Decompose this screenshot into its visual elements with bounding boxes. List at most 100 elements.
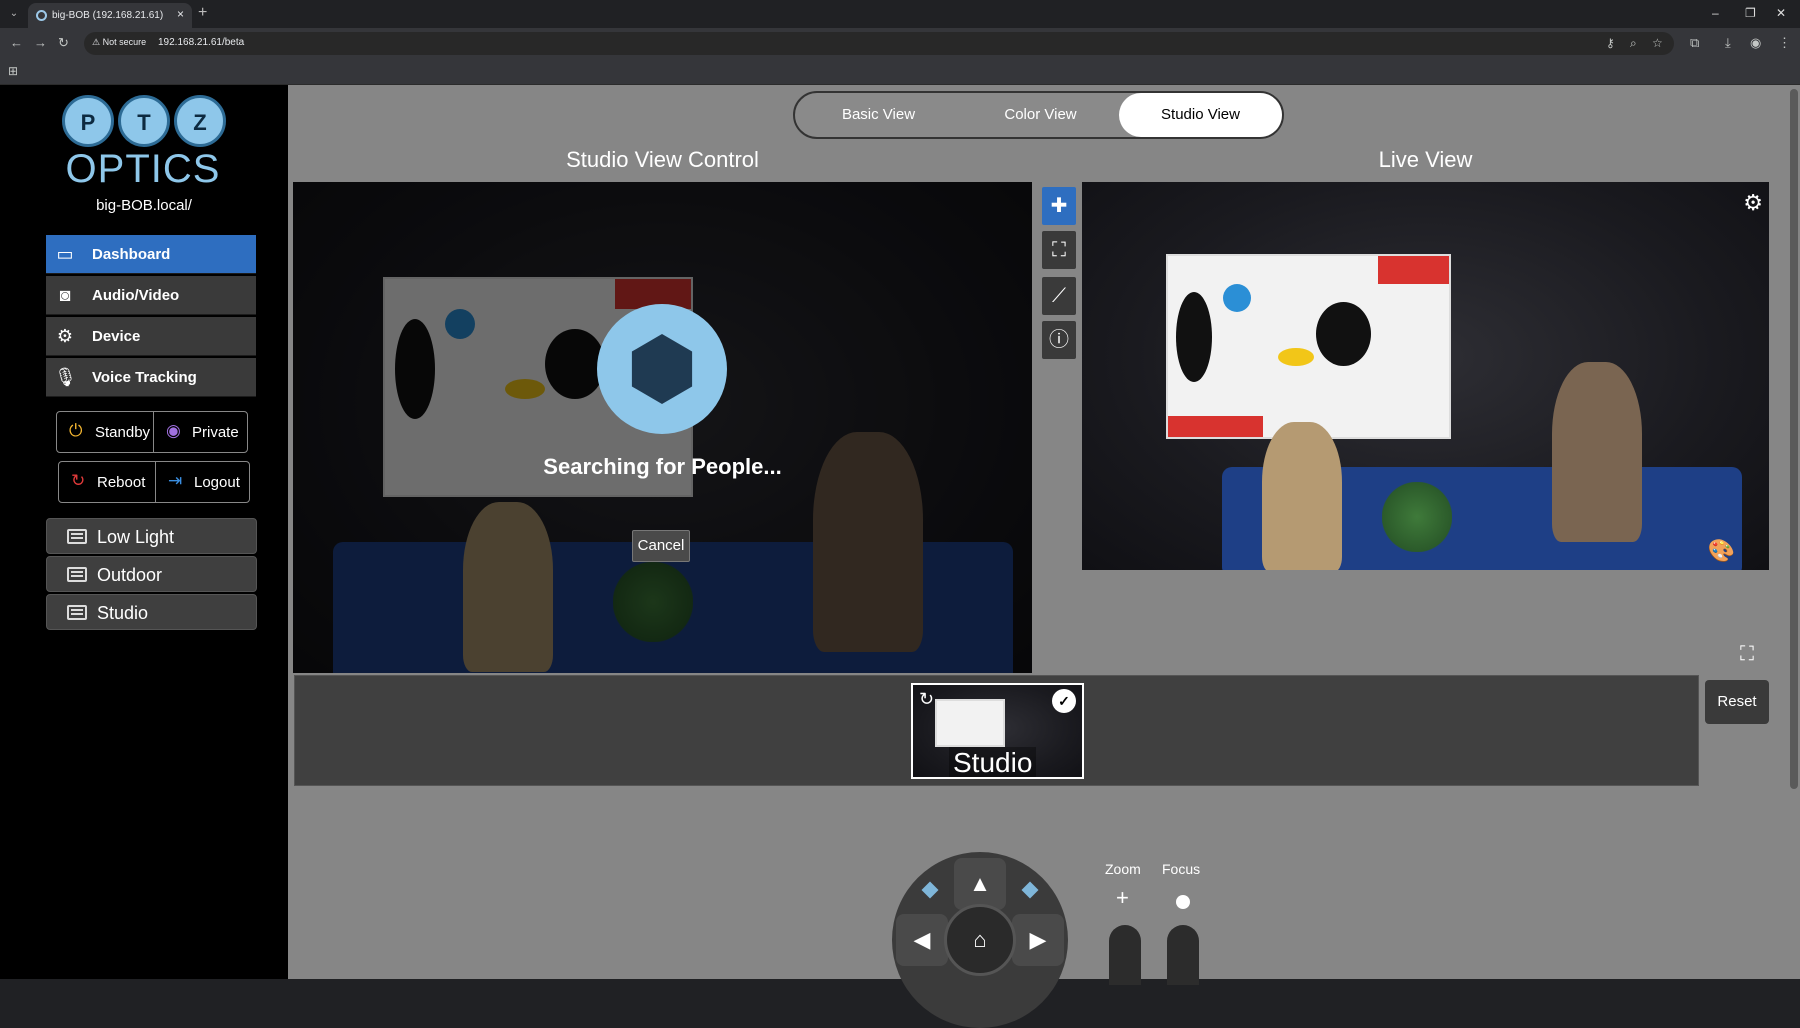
sidebar: P T Z OPTICS big-BOB.local/ ▭ Dashboard … — [0, 85, 288, 979]
nav-voice-tracking[interactable]: 🎙 Voice Tracking — [46, 358, 256, 397]
private-button[interactable]: ◉ Private — [153, 412, 248, 452]
focus-slider[interactable] — [1167, 925, 1199, 985]
reboot-button[interactable]: ↻ Reboot — [59, 462, 154, 502]
standby-button[interactable]: ⏻ Standby — [57, 412, 152, 452]
nav-device[interactable]: ⚙ Device — [46, 317, 256, 356]
zoom-icon[interactable]: ⌕ — [1630, 36, 1637, 51]
tab-close-icon[interactable]: × — [177, 7, 184, 21]
pan-up-right-icon[interactable] — [1021, 881, 1039, 899]
refresh-icon[interactable]: ↻ — [919, 689, 934, 710]
bookmark-star-icon[interactable]: ☆ — [1652, 36, 1663, 50]
draw-line-button[interactable]: ⟋ — [1042, 277, 1076, 315]
reload-icon[interactable]: ↻ — [58, 35, 69, 51]
power-privacy-group: ⏻ Standby ◉ Private — [56, 411, 248, 453]
eye-icon: ◉ — [166, 421, 181, 440]
zoom-plus-icon[interactable]: + — [1116, 885, 1129, 911]
info-button[interactable]: ⓘ — [1042, 321, 1076, 359]
thumb-poster — [935, 699, 1005, 747]
home-button[interactable]: ⌂ — [944, 904, 1016, 976]
password-key-icon[interactable]: ⚷ — [1606, 36, 1615, 50]
reboot-icon: ↻ — [71, 471, 86, 490]
device-hostname: big-BOB.local/ — [96, 197, 192, 214]
zoom-label: Zoom — [1105, 861, 1141, 877]
thumb-label: Studio — [949, 747, 1037, 777]
live-poster — [1166, 254, 1451, 439]
live-settings-gear-icon[interactable]: ⚙ — [1743, 190, 1763, 216]
nav-label: Dashboard — [92, 246, 171, 263]
minimize-icon[interactable]: – — [1712, 6, 1719, 20]
download-icon[interactable]: ⤓ — [1725, 35, 1731, 51]
pan-up-left-icon[interactable] — [921, 881, 939, 899]
logout-button[interactable]: ⇥ Logout — [155, 462, 250, 502]
preset-list-icon — [67, 605, 87, 620]
browser-tab[interactable]: big-BOB (192.168.21.61) × — [28, 3, 192, 28]
searching-status-text: Searching for People... — [543, 454, 782, 479]
page-scrollbar[interactable] — [1788, 85, 1800, 979]
preset-outdoor[interactable]: Outdoor — [46, 556, 257, 592]
ptz-aperture-spinner-icon — [597, 304, 727, 434]
reboot-logout-group: ↻ Reboot ⇥ Logout — [58, 461, 250, 503]
standby-label: Standby — [95, 424, 151, 441]
apps-grid-icon[interactable]: ⊞ — [8, 64, 18, 78]
studio-view-control-panel[interactable]: Searching for People... Cancel — [293, 182, 1032, 673]
tab-studio-view[interactable]: Studio View — [1119, 93, 1282, 137]
logo-letter: P — [80, 110, 96, 135]
zoom-slider[interactable] — [1109, 925, 1141, 985]
reset-button[interactable]: Reset — [1705, 680, 1769, 724]
tab-basic-view[interactable]: Basic View — [797, 93, 960, 137]
forward-icon[interactable]: → — [34, 35, 47, 50]
nav-label: Voice Tracking — [92, 369, 197, 386]
tab-list-chevron-icon[interactable]: ⌄ — [6, 6, 22, 22]
scroll-thumb[interactable] — [1790, 89, 1798, 789]
logo-letter: T — [137, 110, 151, 135]
focus-dot-icon[interactable] — [1176, 895, 1190, 909]
poster-shape — [1223, 284, 1251, 312]
live-plant — [1382, 482, 1452, 552]
av-icon: ◙ — [59, 285, 71, 305]
preset-list-icon — [67, 567, 87, 582]
address-bar[interactable]: ⚠ Not secure 192.168.21.61/beta ⚷ ⌕ ☆ — [84, 32, 1674, 55]
microphone-icon: 🎙 — [54, 367, 77, 387]
view-switcher: Basic View Color View Studio View — [793, 91, 1284, 139]
cancel-search-button[interactable]: Cancel — [632, 530, 690, 562]
tab-title: big-BOB (192.168.21.61) — [52, 10, 164, 21]
poster-shape — [1176, 292, 1212, 382]
live-view-panel[interactable]: ⚙ 🎨 — [1082, 182, 1769, 570]
url-text[interactable]: 192.168.21.61/beta — [158, 37, 244, 48]
pan-right-button[interactable]: ▶ — [1012, 914, 1064, 966]
logo-ring-p: P — [62, 95, 114, 147]
window-close-icon[interactable]: ✕ — [1776, 6, 1786, 20]
profile-icon[interactable]: ◉ — [1750, 35, 1761, 51]
color-palette-icon[interactable]: 🎨 — [1708, 538, 1735, 564]
studio-preset-thumbnail[interactable]: ↻ ✓ Studio — [911, 683, 1084, 779]
studio-view-title: Studio View Control — [566, 147, 759, 172]
checkmark-icon[interactable]: ✓ — [1052, 689, 1076, 713]
focus-label: Focus — [1162, 861, 1201, 877]
favicon-icon — [36, 10, 47, 21]
restore-icon[interactable]: ❐ — [1745, 6, 1756, 20]
tab-color-view[interactable]: Color View — [959, 93, 1122, 137]
preset-low-light[interactable]: Low Light — [46, 518, 257, 554]
new-tab-icon[interactable]: + — [198, 4, 207, 22]
reboot-label: Reboot — [97, 474, 146, 491]
private-label: Private — [192, 424, 239, 441]
preset-label: Outdoor — [97, 565, 163, 585]
nav-audio-video[interactable]: ◙ Audio/Video — [46, 276, 256, 315]
extensions-icon[interactable]: ⧉ — [1690, 35, 1699, 51]
poster-shape — [1316, 302, 1371, 366]
pan-left-button[interactable]: ◀ — [896, 914, 948, 966]
logout-icon: ⇥ — [168, 471, 183, 490]
back-icon[interactable]: ← — [10, 35, 23, 50]
studio-preset-strip: ↻ ✓ Studio — [294, 675, 1699, 786]
logo-ring-z: Z — [174, 95, 226, 147]
frame-select-button[interactable]: ⛶ — [1042, 231, 1076, 269]
menu-kebab-icon[interactable]: ⋮ — [1778, 35, 1791, 51]
pan-up-button[interactable]: ▲ — [954, 858, 1006, 910]
bookmarks-bar: ⊞ — [0, 59, 1800, 85]
preset-studio[interactable]: Studio — [46, 594, 257, 630]
not-secure-badge[interactable]: ⚠ Not secure — [92, 37, 146, 48]
add-crosshair-button[interactable]: ✚ — [1042, 187, 1076, 225]
logo-wordmark: OPTICS — [65, 147, 221, 191]
fullscreen-expand-icon[interactable]: ⛶ — [1740, 643, 1754, 666]
nav-dashboard[interactable]: ▭ Dashboard — [46, 235, 256, 274]
